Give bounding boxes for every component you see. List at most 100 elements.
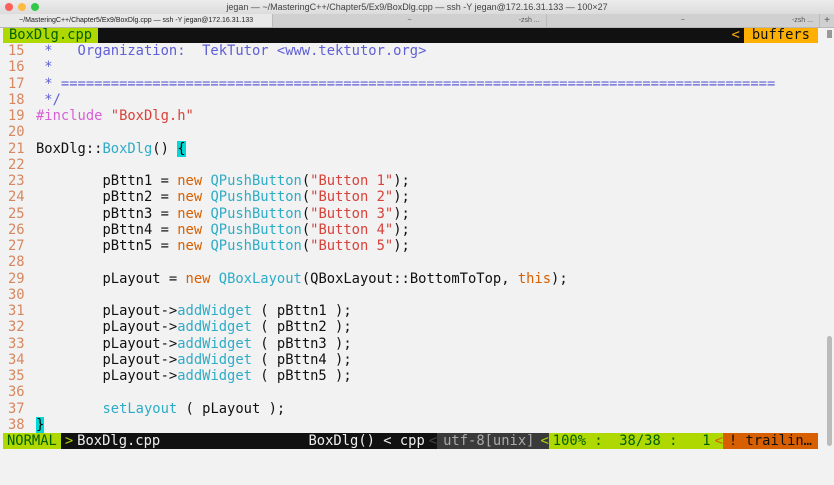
- code-token: setLayout: [102, 400, 178, 417]
- code-token: pLayout->: [36, 368, 178, 384]
- code-token: * Organization: TekTutor <www.tektutor.o…: [36, 43, 427, 59]
- code-token: pLayout->: [36, 303, 178, 319]
- code-area[interactable]: 15 * Organization: TekTutor <www.tektuto…: [3, 43, 818, 433]
- code-token: );: [393, 221, 410, 238]
- line-number: 25: [8, 205, 25, 222]
- code-token: );: [393, 238, 410, 254]
- line-number: 15: [8, 43, 25, 59]
- code-token: (: [301, 221, 311, 238]
- tab-label: ~/MasteringC++/Chapter5/Ex9/BoxDlg.cpp —…: [19, 17, 254, 24]
- code-line: 36: [3, 384, 818, 400]
- code-token: */: [36, 91, 61, 108]
- code-token: new: [177, 205, 211, 222]
- line-number: 34: [8, 351, 25, 368]
- code-token: this: [517, 270, 552, 287]
- code-token: pLayout->: [36, 335, 178, 352]
- line-number: 22: [8, 156, 25, 173]
- code-token: pBttn1 =: [36, 173, 178, 189]
- line-number: 36: [8, 384, 25, 401]
- tabline-file[interactable]: BoxDlg.cpp: [3, 28, 99, 43]
- code-token: );: [393, 205, 410, 222]
- code-token: pLayout =: [36, 270, 186, 287]
- code-token: ( pBttn5 );: [251, 368, 352, 384]
- close-button[interactable]: [5, 3, 13, 11]
- code-token: new: [185, 270, 219, 287]
- status-function-filetype: BoxDlg() < cpp: [308, 433, 425, 449]
- code-token: new: [177, 238, 211, 254]
- code-token: * ======================================…: [36, 75, 776, 92]
- code-token: "Button 4": [310, 221, 394, 238]
- minimize-button[interactable]: [18, 3, 26, 11]
- separator: >: [64, 433, 74, 449]
- code-line: 23 pBttn1 = new QPushButton("Button 1");: [3, 173, 818, 189]
- separator: <: [714, 433, 723, 449]
- cursor: {: [177, 140, 186, 157]
- code-line: 28: [3, 254, 818, 270]
- code-token: new: [177, 173, 211, 189]
- tab-process: -zsh ...: [518, 17, 540, 24]
- status-warning: ! trailin…: [722, 433, 818, 449]
- line-number: 38: [8, 416, 25, 433]
- line-number: 27: [8, 238, 25, 254]
- code-token: addWidget: [177, 368, 252, 384]
- tab-ssh[interactable]: ~/MasteringC++/Chapter5/Ex9/BoxDlg.cpp —…: [0, 14, 274, 27]
- code-token: ( pBttn1 );: [251, 303, 352, 319]
- code-line: 17 * ===================================…: [3, 76, 818, 92]
- tab-zsh-2[interactable]: ~ -zsh ...: [547, 14, 820, 27]
- tab-process: -zsh ...: [791, 17, 813, 24]
- code-token: QPushButton: [210, 238, 302, 254]
- code-token: new: [177, 221, 211, 238]
- code-token: ( pLayout );: [177, 400, 286, 417]
- code-line: 32 pLayout->addWidget ( pBttn2 );: [3, 319, 818, 335]
- tab-bar: ~/MasteringC++/Chapter5/Ex9/BoxDlg.cpp —…: [0, 14, 834, 28]
- code-token: );: [393, 173, 410, 189]
- tab-zsh-1[interactable]: ~ -zsh ...: [273, 14, 547, 27]
- code-token: );: [393, 189, 410, 206]
- code-token: QPushButton: [210, 189, 302, 206]
- code-token: QPushButton: [210, 205, 302, 222]
- code-line: 38}: [3, 416, 818, 433]
- line-number: 21: [8, 140, 25, 157]
- code-line: 20: [3, 124, 818, 140]
- window-title: jegan — ~/MasteringC++/Chapter5/Ex9/BoxD…: [226, 2, 608, 12]
- new-tab-button[interactable]: +: [820, 14, 834, 27]
- line-number: 37: [8, 400, 25, 417]
- code-line: 35 pLayout->addWidget ( pBttn5 );: [3, 368, 818, 384]
- code-token: (: [301, 173, 311, 189]
- code-token: #include: [36, 108, 111, 124]
- code-token: (QBoxLayout::BottomToTop,: [301, 270, 518, 287]
- line-number: 26: [8, 221, 25, 238]
- vim-editor[interactable]: BoxDlg.cpp < buffers 15 * Organization: T…: [3, 28, 818, 433]
- line-number: 35: [8, 368, 25, 384]
- code-token: addWidget: [177, 351, 252, 368]
- code-token: ( pBttn4 );: [251, 351, 352, 368]
- status-encoding: utf-8[unix]: [437, 433, 541, 449]
- zoom-button[interactable]: [31, 3, 39, 11]
- code-token: pLayout->: [36, 319, 178, 336]
- code-token: ( pBttn2 );: [251, 319, 352, 336]
- code-token: addWidget: [177, 335, 252, 352]
- cursor: }: [36, 416, 45, 433]
- code-token: pBttn2 =: [36, 189, 178, 206]
- tabline-arrow: <: [731, 27, 740, 43]
- scrollbar-thumb[interactable]: [827, 336, 832, 446]
- code-line: 16 *: [3, 59, 818, 75]
- line-number: 28: [8, 254, 25, 271]
- code-line: 22: [3, 157, 818, 173]
- code-line: 24 pBttn2 = new QPushButton("Button 2");: [3, 189, 818, 205]
- status-filename: BoxDlg.cpp: [77, 433, 161, 449]
- code-token: (: [301, 189, 311, 206]
- code-line: 33 pLayout->addWidget ( pBttn3 );: [3, 336, 818, 352]
- line-number: 29: [8, 270, 25, 287]
- code-line: 21 BoxDlg::BoxDlg() {: [3, 140, 818, 157]
- code-token: addWidget: [177, 319, 252, 336]
- window-titlebar: jegan — ~/MasteringC++/Chapter5/Ex9/BoxD…: [0, 0, 834, 14]
- line-number: 30: [8, 286, 25, 303]
- window-controls: [5, 3, 39, 11]
- code-line: 27 pBttn5 = new QPushButton("Button 5");: [3, 238, 818, 254]
- code-line: 19 #include "BoxDlg.h": [3, 108, 818, 124]
- tabline-buffers[interactable]: buffers: [743, 28, 818, 43]
- code-token: (: [301, 238, 311, 254]
- code-token: "Button 1": [310, 173, 394, 189]
